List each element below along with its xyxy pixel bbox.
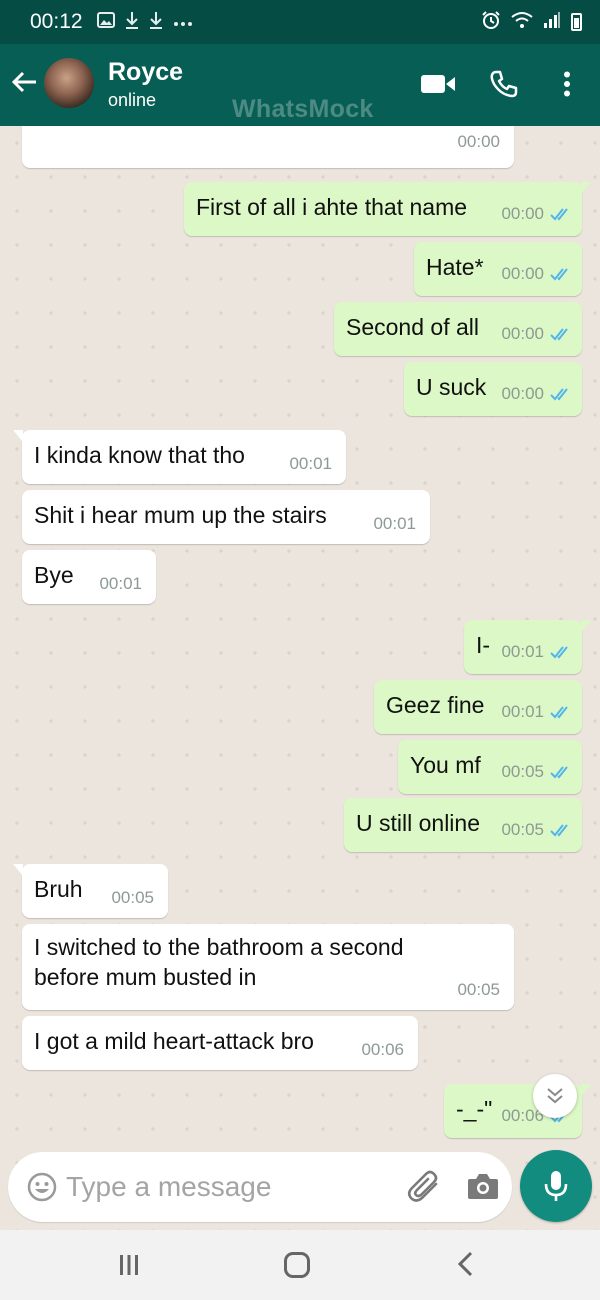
message-time: 00:01 [501,642,572,662]
read-ticks-icon [550,705,572,719]
camera-icon[interactable] [466,1171,500,1206]
message-bubble-incoming[interactable]: Bruh 00:05 [13,864,168,918]
message-time: 00:05 [501,762,572,782]
home-icon[interactable] [284,1252,310,1278]
alarm-icon [481,10,501,35]
message-time: 00:00 [501,324,572,344]
message-text: I- [476,632,491,658]
message-bubble-incoming[interactable]: I got a mild heart-attack bro 00:06 [22,1016,418,1070]
message-text: Second of all [346,314,479,340]
more-dots-icon [173,12,193,32]
status-time: 00:12 [30,10,83,33]
message-text: Geez fine [386,692,485,718]
read-ticks-icon [550,207,572,221]
message-bubble-outgoing[interactable]: I- 00:01 [464,620,591,674]
message-text: Bruh [34,876,83,902]
app-watermark: WhatsMock [232,95,374,123]
message-text: First of all i ahte that name [196,194,468,220]
message-text: Bye [34,562,74,588]
message-time: 00:00 [501,204,572,224]
gallery-icon [96,11,115,33]
message-time: 00:06 [361,1040,404,1059]
message-time: 00:00 [501,384,572,404]
emoji-icon[interactable] [26,1171,58,1208]
more-options-icon[interactable] [552,64,582,104]
message-text: -_-" [456,1096,493,1122]
message-bubble-outgoing[interactable]: U still online 00:05 [344,798,582,852]
message-bubble-incoming[interactable]: Shit i hear mum up the stairs 00:01 [22,490,430,544]
wifi-icon [511,11,533,34]
battery-icon [571,13,582,31]
message-text: You mf [410,752,481,778]
message-bubble-outgoing[interactable]: Second of all 00:00 [334,302,582,356]
message-time: 00:05 [501,820,572,840]
message-time: 00:01 [289,454,332,473]
message-text: Hate* [426,254,484,280]
message-composer [8,1152,512,1222]
message-text: I kinda know that tho [34,442,245,468]
double-chevron-down-icon [547,1088,563,1104]
message-text: U suck [416,374,487,400]
scroll-to-bottom-button[interactable] [533,1074,577,1118]
back-arrow-icon[interactable] [10,64,40,103]
read-ticks-icon [550,267,572,281]
message-bubble-outgoing[interactable]: You mf 00:05 [398,740,582,794]
message-bubble-incoming[interactable]: Bye 00:01 [22,550,156,604]
read-ticks-icon [550,765,572,779]
message-time: 00:01 [373,514,416,533]
message-bubble-incoming[interactable]: 00:00 [22,126,514,168]
message-time: 00:01 [99,574,142,593]
recent-apps-icon[interactable] [118,1254,140,1281]
chat-area[interactable]: 00:00 First of all i ahte that name 00:0… [0,126,600,1230]
contact-avatar[interactable] [44,58,94,108]
contact-status: online [108,90,157,110]
message-bubble-incoming[interactable]: I switched to the bathroom a second befo… [22,924,514,1010]
read-ticks-icon [550,327,572,341]
message-bubble-outgoing[interactable]: First of all i ahte that name 00:00 [184,182,591,236]
chat-header: Royce online WhatsMock [0,44,600,126]
video-call-icon[interactable] [418,64,458,104]
nav-back-icon[interactable] [456,1250,474,1283]
message-time: 00:05 [111,888,154,907]
signal-icon [543,11,561,34]
download-icon [125,11,139,34]
message-text: Shit i hear mum up the stairs [34,502,327,528]
read-ticks-icon [550,645,572,659]
message-time: 00:01 [501,702,572,722]
microphone-icon [544,1171,568,1201]
download-icon [149,11,163,34]
contact-name[interactable]: Royce [108,58,183,87]
message-text: I switched to the bathroom a second befo… [34,934,404,990]
status-bar: 00:12 [0,0,600,44]
voice-call-icon[interactable] [484,64,524,104]
read-ticks-icon [550,823,572,837]
paperclip-icon[interactable] [406,1170,442,1209]
message-text: U still online [356,810,480,836]
message-input[interactable] [66,1166,386,1208]
message-bubble-outgoing[interactable]: Hate* 00:00 [414,242,582,296]
message-time: 00:00 [457,132,500,151]
read-ticks-icon [550,387,572,401]
message-bubble-outgoing[interactable]: U suck 00:00 [404,362,582,416]
system-navigation-bar [0,1230,600,1300]
message-bubble-incoming[interactable]: I kinda know that tho 00:01 [13,430,346,484]
voice-record-button[interactable] [520,1150,592,1222]
message-text: I got a mild heart-attack bro [34,1028,314,1054]
message-time: 00:00 [501,264,572,284]
message-time: 00:05 [457,980,500,999]
message-bubble-outgoing[interactable]: Geez fine 00:01 [374,680,582,734]
